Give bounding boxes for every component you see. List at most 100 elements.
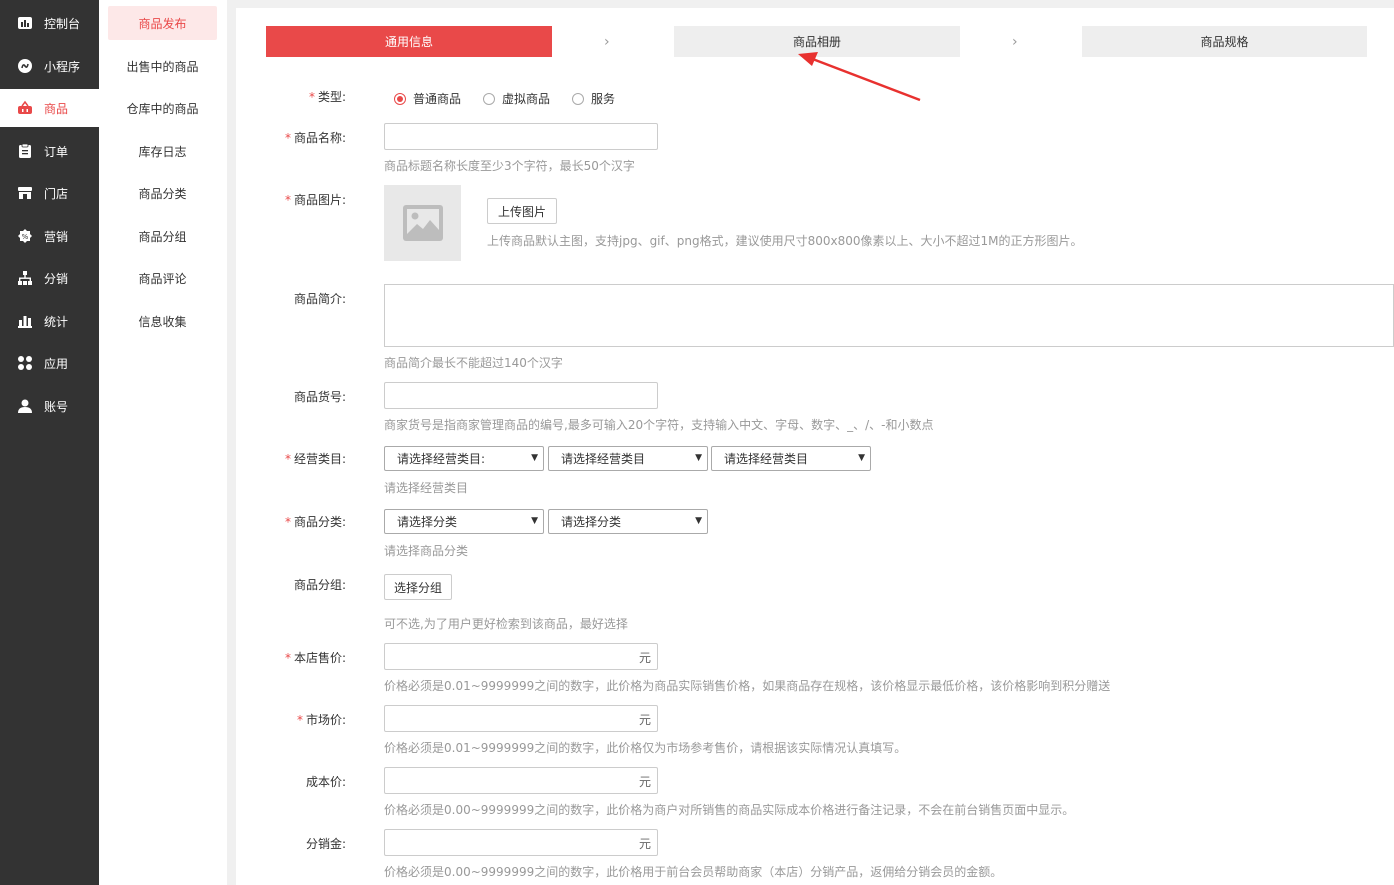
dropdown-arrow-icon: ▼ bbox=[858, 453, 865, 463]
sidebar-item-stores[interactable]: 门店 bbox=[0, 174, 99, 212]
sidebar-item-label: 账号 bbox=[44, 399, 69, 414]
category-select-1[interactable]: 请选择经营类目: ▼ bbox=[384, 446, 544, 471]
classify-select-1[interactable]: 请选择分类 ▼ bbox=[384, 509, 544, 534]
price-label: * 本店售价: bbox=[236, 649, 346, 666]
sidebar-item-marketing[interactable]: % 营销 bbox=[0, 217, 99, 255]
submenu-item-groups[interactable]: 商品分组 bbox=[108, 219, 217, 253]
sidebar-item-label: 控制台 bbox=[44, 16, 81, 31]
main-sidebar: 控制台 小程序 商品 订单 门店 % 营销 分销 统计 应用 账号 bbox=[0, 0, 99, 885]
category-label-text: 经营类目: bbox=[293, 452, 346, 466]
sku-input[interactable] bbox=[384, 382, 658, 409]
image-icon bbox=[402, 205, 443, 241]
submenu-item-categories[interactable]: 商品分类 bbox=[108, 176, 217, 210]
submenu-item-reviews[interactable]: 商品评论 bbox=[108, 261, 217, 295]
select-value: 请选择分类 bbox=[397, 515, 458, 529]
image-placeholder[interactable] bbox=[384, 185, 461, 261]
submenu-item-warehouse[interactable]: 仓库中的商品 bbox=[108, 91, 217, 125]
required-mark: * bbox=[284, 452, 291, 466]
sidebar-item-products[interactable]: 商品 bbox=[0, 89, 99, 127]
dropdown-arrow-icon: ▼ bbox=[695, 516, 702, 526]
classify-select-2[interactable]: 请选择分类 ▼ bbox=[548, 509, 708, 534]
step-general-info[interactable]: 通用信息 bbox=[266, 26, 552, 57]
submenu-item-publish[interactable]: 商品发布 bbox=[108, 6, 217, 40]
product-name-input[interactable] bbox=[384, 123, 658, 150]
name-label-text: 商品名称: bbox=[293, 131, 346, 145]
sidebar-item-orders[interactable]: 订单 bbox=[0, 132, 99, 170]
select-value: 请选择经营类目: bbox=[397, 452, 486, 466]
clipboard-icon bbox=[17, 143, 33, 159]
product-intro-textarea[interactable] bbox=[384, 284, 1394, 347]
radio-label: 服务 bbox=[591, 92, 616, 106]
bar-chart-icon bbox=[17, 313, 33, 329]
radio-service[interactable]: 服务 bbox=[572, 90, 615, 107]
price-label-text: 本店售价: bbox=[293, 651, 346, 665]
required-mark: * bbox=[308, 90, 315, 104]
select-group-button[interactable]: 选择分组 bbox=[384, 574, 452, 600]
sidebar-item-account[interactable]: 账号 bbox=[0, 387, 99, 425]
product-form-panel: 通用信息 › 商品相册 › 商品规格 * 类型: 普通商品 虚拟商品 服务 * 商品… bbox=[236, 8, 1394, 885]
commission-label: 分销金: bbox=[305, 837, 346, 851]
market-price-input[interactable]: 元 bbox=[384, 705, 658, 732]
sidebar-item-dashboard[interactable]: 控制台 bbox=[0, 4, 99, 42]
submenu-item-on-sale[interactable]: 出售中的商品 bbox=[108, 49, 217, 83]
sidebar-item-mini-program[interactable]: 小程序 bbox=[0, 47, 99, 85]
select-value: 请选择经营类目 bbox=[561, 452, 646, 466]
select-value: 请选择分类 bbox=[561, 515, 622, 529]
radio-dot bbox=[572, 92, 585, 105]
radio-dot bbox=[483, 92, 496, 105]
market-label-text: 市场价: bbox=[305, 713, 346, 727]
radio-dot bbox=[394, 92, 406, 105]
sidebar-item-label: 小程序 bbox=[44, 59, 81, 74]
group-label: 商品分组: bbox=[293, 578, 346, 592]
upload-image-button[interactable]: 上传图片 bbox=[487, 198, 557, 224]
category-select-2[interactable]: 请选择经营类目 ▼ bbox=[548, 446, 708, 471]
radio-normal-product[interactable]: 普通商品 bbox=[394, 90, 461, 107]
market-price-label: * 市场价: bbox=[236, 711, 346, 728]
annotation-arrow-icon bbox=[798, 52, 921, 102]
sidebar-item-label: 统计 bbox=[44, 314, 69, 329]
sidebar-item-apps[interactable]: 应用 bbox=[0, 344, 99, 382]
currency-unit: 元 bbox=[638, 713, 651, 727]
submenu-item-info-collect[interactable]: 信息收集 bbox=[108, 304, 217, 338]
dropdown-arrow-icon: ▼ bbox=[531, 453, 538, 463]
currency-unit: 元 bbox=[638, 775, 651, 789]
required-mark: * bbox=[284, 193, 291, 207]
step-spec[interactable]: 商品规格 bbox=[1082, 26, 1367, 57]
select-value: 请选择经营类目 bbox=[724, 452, 809, 466]
image-label-text: 商品图片: bbox=[293, 193, 346, 207]
submenu-item-stock-log[interactable]: 库存日志 bbox=[108, 134, 217, 168]
cost-price-input[interactable]: 元 bbox=[384, 767, 658, 794]
user-icon bbox=[17, 398, 33, 414]
required-mark: * bbox=[296, 713, 303, 727]
currency-unit: 元 bbox=[638, 837, 651, 851]
shopping-basket-icon bbox=[17, 100, 33, 116]
radio-label: 虚拟商品 bbox=[502, 92, 551, 106]
mini-program-icon bbox=[17, 58, 33, 74]
dropdown-arrow-icon: ▼ bbox=[695, 453, 702, 463]
store-icon bbox=[17, 185, 33, 201]
product-submenu: 商品发布 出售中的商品 仓库中的商品 库存日志 商品分类 商品分组 商品评论 信… bbox=[99, 0, 227, 885]
image-label: * 商品图片: bbox=[236, 191, 346, 208]
sidebar-item-distribution[interactable]: 分销 bbox=[0, 259, 99, 297]
required-mark: * bbox=[284, 651, 291, 665]
type-label-text: 类型: bbox=[317, 90, 346, 104]
category-select-3[interactable]: 请选择经营类目 ▼ bbox=[711, 446, 871, 471]
dashboard-icon bbox=[17, 15, 33, 31]
intro-hint: 商品简介最长不能超过140个汉字 bbox=[384, 356, 563, 370]
sidebar-item-label: 应用 bbox=[44, 356, 69, 371]
category-label: * 经营类目: bbox=[236, 450, 346, 467]
name-hint: 商品标题名称长度至少3个字符，最长50个汉字 bbox=[384, 159, 635, 173]
radio-virtual-product[interactable]: 虚拟商品 bbox=[483, 90, 550, 107]
sidebar-item-statistics[interactable]: 统计 bbox=[0, 302, 99, 340]
price-hint: 价格必须是0.01~9999999之间的数字，此价格为商品实际销售价格，如果商品… bbox=[384, 679, 1111, 693]
type-label: * 类型: bbox=[236, 88, 346, 105]
commission-input[interactable]: 元 bbox=[384, 829, 658, 856]
classify-label: * 商品分类: bbox=[236, 513, 346, 530]
sidebar-item-label: 订单 bbox=[44, 144, 69, 159]
distribution-icon bbox=[17, 270, 33, 286]
sku-label: 商品货号: bbox=[293, 390, 346, 404]
intro-label: 商品简介: bbox=[293, 292, 346, 306]
currency-unit: 元 bbox=[638, 651, 651, 665]
sidebar-item-label: 营销 bbox=[44, 229, 69, 244]
price-input[interactable]: 元 bbox=[384, 643, 658, 670]
